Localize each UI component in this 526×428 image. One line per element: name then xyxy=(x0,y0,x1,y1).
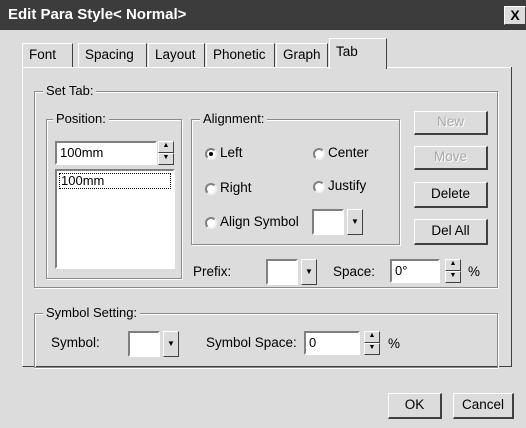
radio-right-label[interactable]: Right xyxy=(220,180,252,195)
tab-tab[interactable]: Tab xyxy=(329,38,387,69)
chevron-down-icon: ▼ xyxy=(351,217,359,226)
list-item[interactable]: 100mm xyxy=(59,173,171,189)
chevron-down-icon: ▼ xyxy=(167,339,175,348)
move-button[interactable]: Move xyxy=(414,146,488,170)
position-spinner[interactable]: ▲ ▼ xyxy=(158,141,174,165)
delete-button[interactable]: Delete xyxy=(414,182,488,208)
tab-phonetic[interactable]: Phonetic xyxy=(206,43,275,67)
radio-center[interactable] xyxy=(313,148,325,160)
edit-para-style-dialog: Edit Para Style< Normal> X Font Spacing … xyxy=(0,0,526,428)
prefix-input[interactable] xyxy=(266,259,298,285)
symbol-label: Symbol: xyxy=(51,335,100,350)
symbol-setting-label: Symbol Setting: xyxy=(43,305,141,320)
tab-layout[interactable]: Layout xyxy=(148,43,205,67)
radio-align-symbol[interactable] xyxy=(205,217,217,229)
radio-right[interactable] xyxy=(205,183,217,195)
tab-font[interactable]: Font xyxy=(22,43,73,67)
ok-button[interactable]: OK xyxy=(388,393,442,419)
tab-graph[interactable]: Graph xyxy=(276,43,328,67)
radio-align-symbol-label[interactable]: Align Symbol xyxy=(220,214,299,229)
set-tab-label: Set Tab: xyxy=(43,83,97,98)
spin-up-icon[interactable]: ▲ xyxy=(364,331,380,343)
prefix-label: Prefix: xyxy=(193,264,232,279)
align-symbol-input[interactable] xyxy=(312,209,344,235)
spin-up-icon[interactable]: ▲ xyxy=(445,259,461,271)
space-label: Space: xyxy=(333,264,376,279)
new-button[interactable]: New xyxy=(414,111,488,135)
chevron-down-icon: ▼ xyxy=(305,267,313,276)
radio-center-label[interactable]: Center xyxy=(328,145,369,160)
radio-justify-label[interactable]: Justify xyxy=(328,178,366,193)
spin-down-icon[interactable]: ▼ xyxy=(445,271,461,283)
close-button[interactable]: X xyxy=(504,6,526,25)
align-symbol-dropdown[interactable]: ▼ xyxy=(347,209,363,235)
position-list[interactable]: 100mm xyxy=(55,169,175,269)
symbol-space-label: Symbol Space: xyxy=(206,335,297,350)
cancel-button[interactable]: Cancel xyxy=(453,393,514,419)
dialog-title: Edit Para Style< Normal> xyxy=(8,6,187,23)
symbol-space-input[interactable]: 0 xyxy=(304,331,360,355)
spin-down-icon[interactable]: ▼ xyxy=(364,343,380,355)
tab-spacing[interactable]: Spacing xyxy=(78,43,147,67)
symbol-space-unit: % xyxy=(388,336,401,351)
radio-left-label[interactable]: Left xyxy=(220,145,243,160)
spin-down-icon[interactable]: ▼ xyxy=(158,153,174,165)
alignment-label: Alignment: xyxy=(200,111,268,126)
symbol-input[interactable] xyxy=(128,331,160,357)
symbol-dropdown[interactable]: ▼ xyxy=(163,331,179,357)
title-bar[interactable]: Edit Para Style< Normal> X xyxy=(0,0,526,30)
prefix-dropdown[interactable]: ▼ xyxy=(301,259,317,285)
symbol-space-spinner[interactable]: ▲ ▼ xyxy=(364,331,380,355)
radio-justify[interactable] xyxy=(313,181,325,193)
spin-up-icon[interactable]: ▲ xyxy=(158,141,174,153)
space-spinner[interactable]: ▲ ▼ xyxy=(445,259,461,283)
radio-left[interactable] xyxy=(205,148,217,160)
space-unit: % xyxy=(468,264,481,279)
del-all-button[interactable]: Del All xyxy=(414,219,488,245)
position-input[interactable]: 100mm xyxy=(55,141,157,165)
position-label: Position: xyxy=(53,111,109,126)
space-input[interactable]: 0° xyxy=(390,259,440,283)
